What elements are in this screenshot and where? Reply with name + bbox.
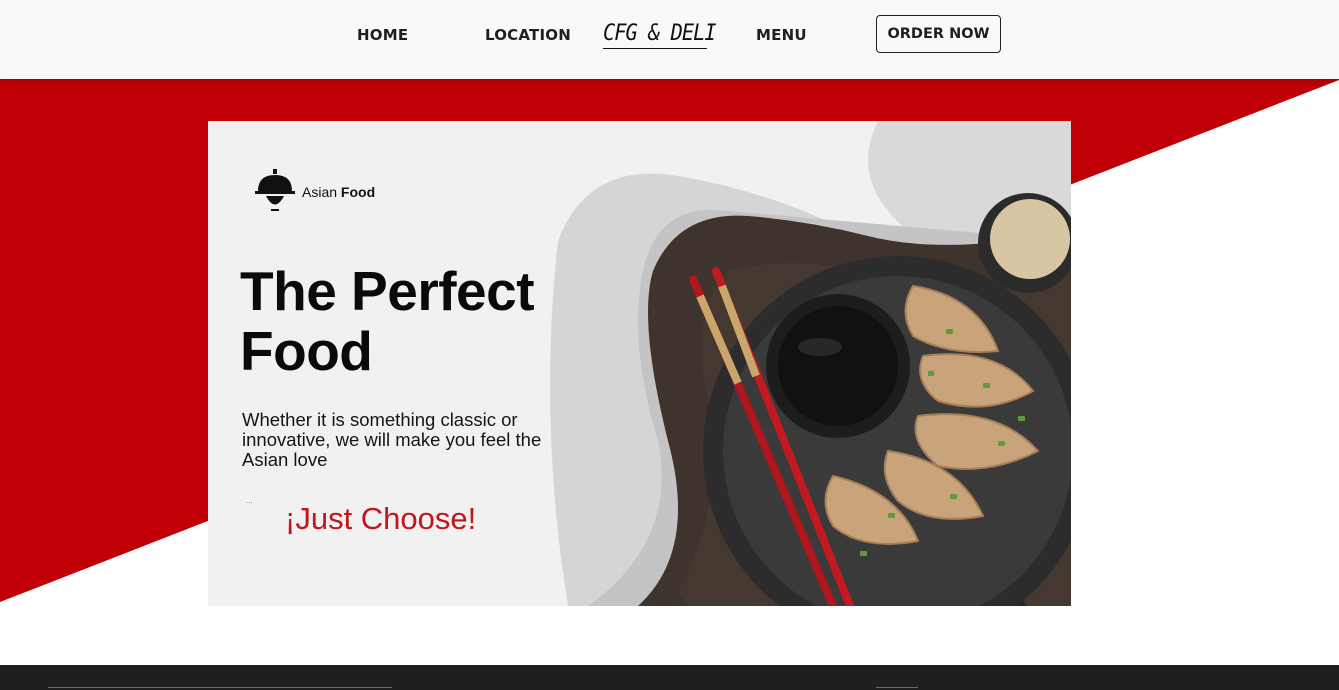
sesame-seeds	[990, 199, 1070, 279]
banner-cta-text: ¡Just Choose!	[285, 501, 477, 536]
hero-banner: Asian Food The Perfect Food Whether it i…	[208, 121, 1071, 606]
footer	[0, 665, 1339, 690]
cloche-icon	[255, 169, 295, 211]
banner-subtext: Whether it is something classic or innov…	[242, 409, 542, 470]
banner-decorative-dots: ...	[246, 497, 253, 505]
nav-link-home[interactable]: HOME	[357, 26, 408, 44]
sauce-highlight	[798, 338, 842, 356]
nav-brand-logo-text[interactable]: CFG & DELI	[603, 19, 717, 49]
footer-divider-left	[48, 687, 392, 688]
banner-brand: Asian Food	[254, 169, 375, 215]
page: HOME LOCATION CFG & DELI MENU ORDER NOW	[0, 0, 1339, 690]
sauce	[778, 306, 898, 426]
nav-link-location[interactable]: LOCATION	[485, 26, 571, 44]
banner-brand-name: Asian Food	[302, 184, 376, 200]
navbar: HOME LOCATION CFG & DELI MENU ORDER NOW	[0, 0, 1339, 79]
order-now-button[interactable]: ORDER NOW	[876, 15, 1001, 53]
nav-link-menu[interactable]: MENU	[756, 26, 807, 44]
footer-divider-right	[876, 687, 918, 688]
banner-headline: The Perfect Food	[240, 260, 535, 382]
